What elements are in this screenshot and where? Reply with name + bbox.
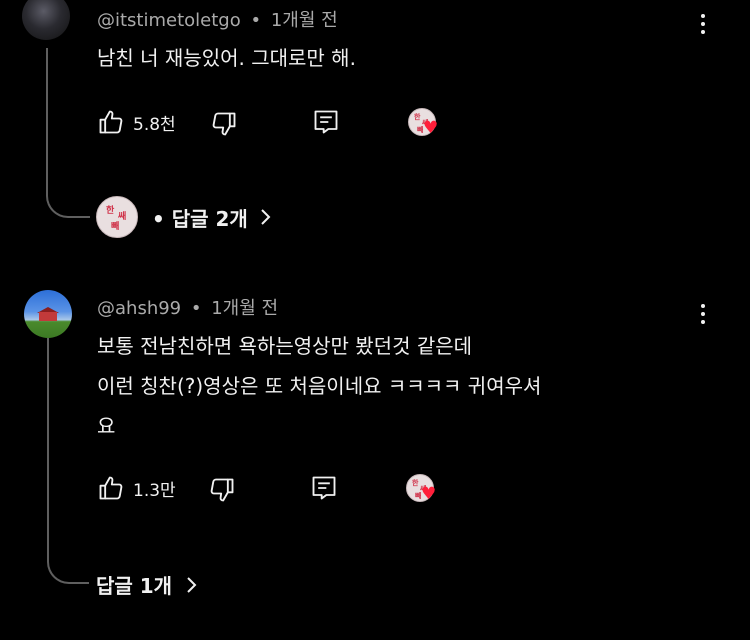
replies-label: 답글 1개 (96, 574, 173, 598)
creator-heart-badge: 한 쌔 빼 ♥ (408, 108, 438, 138)
chevron-right-icon (187, 576, 197, 593)
kebab-menu-icon[interactable] (700, 14, 706, 38)
replies-label: • 답글 2개 (152, 206, 248, 231)
creator-heart-icon: ♥ (423, 118, 439, 138)
reply-button[interactable] (310, 474, 338, 506)
like-count: 1.3만 (133, 480, 176, 501)
reply-button[interactable] (312, 108, 340, 140)
comment-time: 1개월 전 (211, 298, 279, 319)
comment-line: 이런 칭찬(?)영상은 또 처음이네요 ㅋㅋㅋㅋ 귀여우셔 (97, 374, 542, 398)
header-separator: • (190, 298, 202, 319)
avatar-glyph: 빼 (111, 222, 120, 232)
creator-heart-badge: 한 쌔 빼 ♥ (406, 474, 436, 504)
comment-header: @itstimetoletgo • 1개월 전 (97, 6, 338, 32)
reply-author-avatar: 한 쌔 빼 (96, 196, 138, 238)
kebab-menu-icon[interactable] (700, 304, 706, 328)
chevron-right-icon (261, 209, 271, 225)
comment-handle[interactable]: @ahsh99 (97, 298, 181, 319)
thumbs-up-icon (99, 110, 123, 134)
like-count: 5.8천 (133, 114, 176, 135)
dislike-button[interactable] (210, 110, 238, 142)
avatar-glyph: 한 (106, 206, 115, 216)
comment-text: 남친 너 재능있어. 그대로만 해. (97, 38, 356, 78)
comment-header: @ahsh99 • 1개월 전 (97, 294, 278, 320)
thumbs-up-icon (99, 476, 123, 500)
view-replies-button[interactable]: 답글 1개 (96, 570, 198, 599)
comment-line: 남친 너 재능있어. 그대로만 해. (97, 46, 356, 70)
comment-icon (312, 476, 336, 500)
dislike-button[interactable] (208, 476, 236, 508)
comment-line: 보통 전남친하면 욕하는영상만 봤던것 같은데 (97, 334, 473, 358)
comment-handle[interactable]: @itstimetoletgo (97, 10, 241, 31)
like-button[interactable]: 5.8천 (97, 108, 176, 136)
thread-line (46, 48, 90, 218)
house-body (39, 312, 57, 321)
like-button[interactable]: 1.3만 (97, 474, 176, 502)
creator-heart-icon: ♥ (421, 484, 437, 504)
comment-text: 보통 전남친하면 욕하는영상만 봤던것 같은데 이런 칭찬(?)영상은 또 처음… (97, 326, 541, 446)
avatar-glyph: 한 (414, 113, 421, 121)
commenter-avatar[interactable] (24, 290, 72, 338)
header-separator: • (250, 10, 262, 31)
comment-icon (314, 110, 338, 134)
thread-line (47, 338, 89, 584)
commenter-avatar[interactable] (22, 0, 70, 40)
comment-time: 1개월 전 (270, 10, 338, 31)
thumbs-down-icon (212, 112, 236, 136)
avatar-glyph: 한 (412, 479, 419, 487)
thumbs-down-icon (210, 478, 234, 502)
comment-line: 요 (97, 414, 116, 438)
view-replies-button[interactable]: 한 쌔 빼 • 답글 2개 (96, 196, 272, 238)
